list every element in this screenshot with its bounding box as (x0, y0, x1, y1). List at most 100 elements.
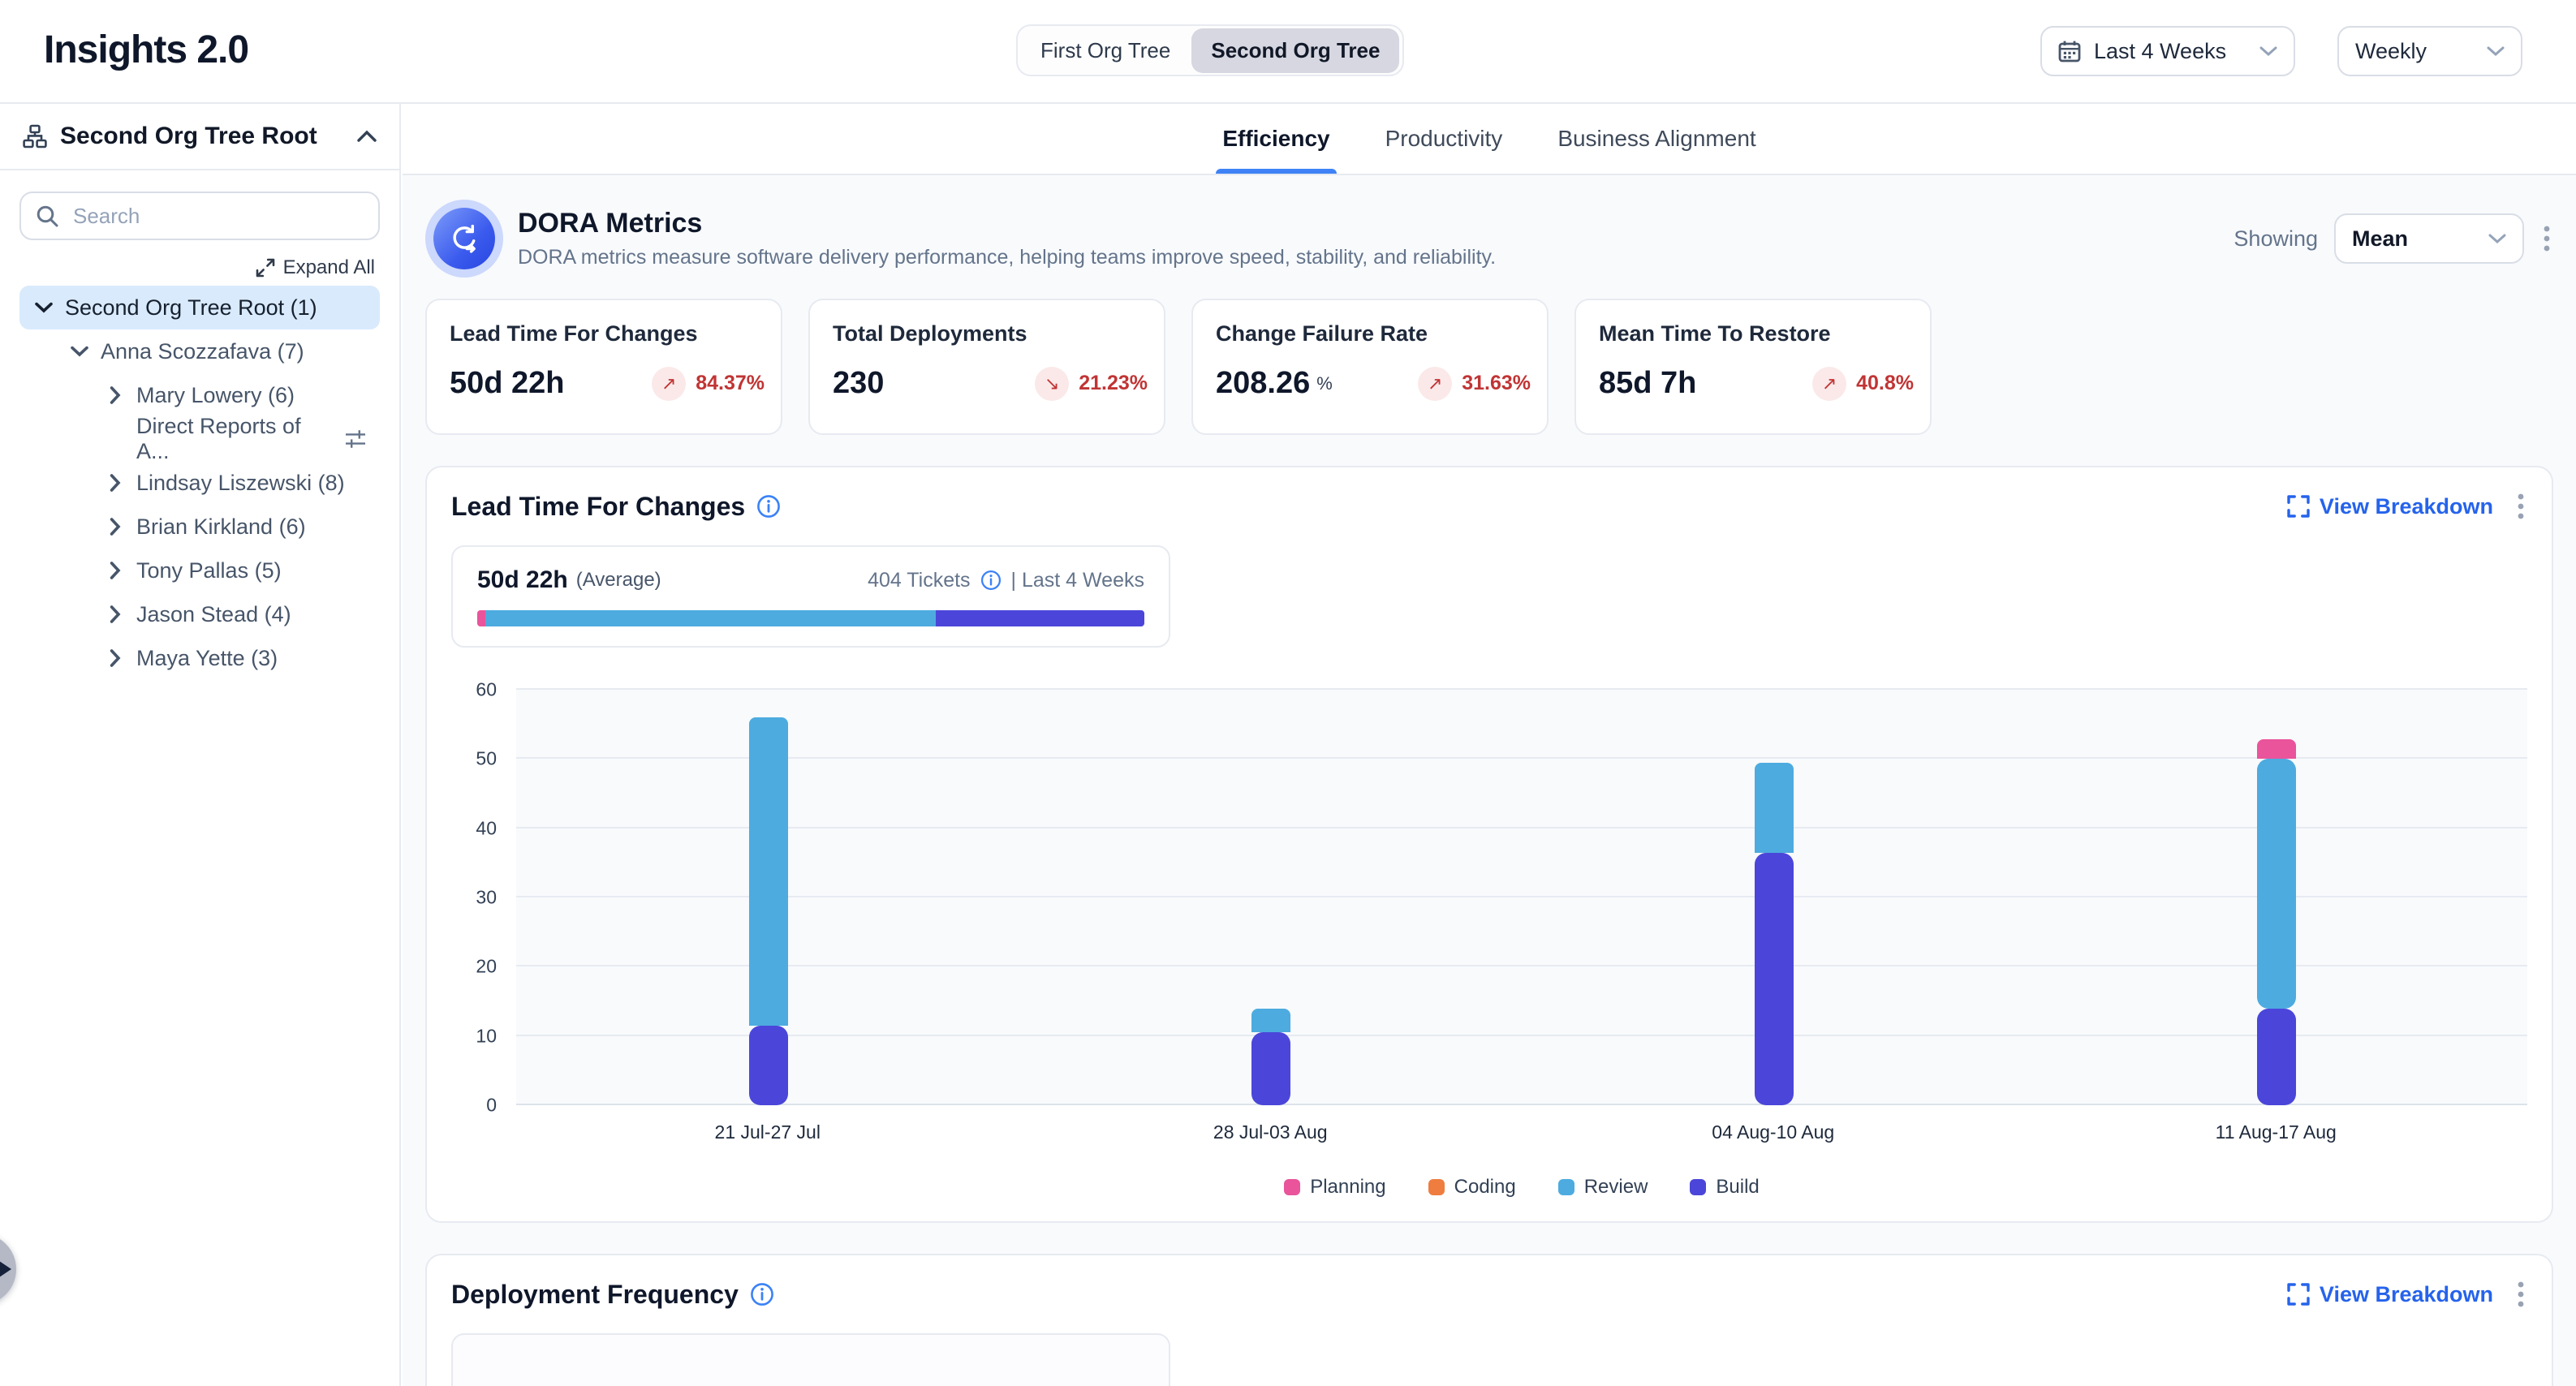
chevron-right-icon[interactable] (104, 605, 127, 623)
tree-item-brian-kirkland[interactable]: Brian Kirkland (6) (19, 505, 380, 549)
top-header: Insights 2.0 First Org Tree Second Org T… (0, 0, 2576, 104)
trend-arrow-icon: ↗ (652, 367, 686, 401)
granularity-dropdown[interactable]: Weekly (2337, 26, 2522, 76)
trend-arrow-icon: ↘ (1035, 367, 1069, 401)
search-icon (36, 204, 58, 227)
chevron-down-icon[interactable] (32, 302, 55, 313)
showing-select-value: Mean (2352, 226, 2408, 252)
info-icon[interactable] (756, 494, 781, 519)
legend-item-build[interactable]: Build (1690, 1176, 1759, 1199)
bar-segment-review (2257, 759, 2296, 1008)
tree-item-tony-pallas[interactable]: Tony Pallas (5) (19, 549, 380, 592)
card-value: 230 (833, 366, 884, 401)
chevron-right-icon[interactable] (104, 474, 127, 492)
dora-metrics-header: DORA Metrics DORA metrics measure softwa… (425, 200, 2553, 278)
x-tick-label: 21 Jul-27 Jul (516, 1121, 1019, 1143)
period-dropdown[interactable]: Last 4 Weeks (2040, 26, 2295, 76)
stacked-bar[interactable] (749, 717, 786, 1105)
card-title: Change Failure Rate (1216, 321, 1531, 346)
tab-efficiency[interactable]: Efficiency (1222, 104, 1329, 174)
bar-segment-build (749, 1026, 788, 1105)
tree-item-second-org-tree-root[interactable]: Second Org Tree Root (1) (19, 286, 380, 329)
tabs-bar: Efficiency Productivity Business Alignme… (403, 104, 2576, 175)
tree-item-label: Mary Lowery (6) (136, 383, 295, 408)
toggle-second-org-tree[interactable]: Second Org Tree (1191, 28, 1399, 73)
card-mean-time-to-restore: Mean Time To Restore 85d 7h ↗ 40.8% (1574, 299, 1932, 435)
deployment-frequency-title: Deployment Frequency (451, 1280, 739, 1310)
deployment-view-breakdown-button[interactable]: View Breakdown (2287, 1282, 2493, 1307)
tree-item-direct-reports[interactable]: Direct Reports of A... (19, 417, 380, 461)
chevron-right-icon[interactable] (104, 386, 127, 404)
summary-stacked-bar (477, 610, 1144, 626)
tab-productivity[interactable]: Productivity (1385, 104, 1503, 174)
info-icon[interactable] (750, 1282, 774, 1306)
chevron-right-icon[interactable] (104, 562, 127, 579)
tree-item-label: Maya Yette (3) (136, 646, 278, 671)
delta-indicator: ↗ 84.37% (652, 367, 765, 401)
summary-bar-segment-build (936, 610, 1144, 626)
tree-item-mary-lowery[interactable]: Mary Lowery (6) (19, 373, 380, 417)
lead-time-xlabels: 21 Jul-27 Jul28 Jul-03 Aug04 Aug-10 Aug1… (516, 1121, 2527, 1143)
dora-metric-cards: Lead Time For Changes 50d 22h ↗ 84.37% T… (425, 299, 2553, 435)
legend-swatch (1284, 1179, 1300, 1195)
sidebar: Second Org Tree Root Expand All Second O… (0, 104, 401, 1386)
lead-time-legend: Planning Coding Review Build (516, 1176, 2527, 1199)
tree-item-label: Tony Pallas (5) (136, 558, 282, 583)
y-tick-label: 0 (486, 1095, 497, 1117)
org-tree-toggle: First Org Tree Second Org Tree (1016, 24, 1404, 76)
app-title: Insights 2.0 (44, 28, 248, 72)
y-tick-label: 20 (476, 956, 497, 978)
tree-item-lindsay-liszewski[interactable]: Lindsay Liszewski (8) (19, 461, 380, 505)
chevron-down-icon (2259, 45, 2277, 57)
card-change-failure-rate: Change Failure Rate 208.26 % ↗ 31.63% (1191, 299, 1549, 435)
lead-time-kebab-menu[interactable] (2514, 490, 2527, 523)
card-value-suffix: % (1316, 373, 1333, 394)
sidebar-search (19, 192, 380, 240)
card-lead-time-for-changes: Lead Time For Changes 50d 22h ↗ 84.37% (425, 299, 782, 435)
stacked-bar[interactable] (1755, 763, 1792, 1105)
toggle-first-org-tree[interactable]: First Org Tree (1021, 28, 1191, 73)
card-value: 208.26 (1216, 366, 1310, 401)
y-tick-label: 50 (476, 748, 497, 770)
content-scroll-area: DORA Metrics DORA metrics measure softwa… (403, 177, 2576, 1386)
sidebar-header-title: Second Org Tree Root (60, 123, 317, 150)
trend-arrow-icon: ↗ (1812, 367, 1846, 401)
showing-select[interactable]: Mean (2334, 213, 2524, 264)
granularity-dropdown-value: Weekly (2355, 39, 2427, 64)
tree-item-anna-scozzafava[interactable]: Anna Scozzafava (7) (19, 329, 380, 373)
legend-item-review[interactable]: Review (1558, 1176, 1648, 1199)
sidebar-collapse-button[interactable] (357, 130, 377, 143)
tree-item-label: Second Org Tree Root (1) (65, 295, 317, 321)
dora-title: DORA Metrics (518, 208, 1496, 239)
deployment-kebab-menu[interactable] (2514, 1278, 2527, 1311)
expand-all-label: Expand All (283, 256, 375, 279)
chevron-down-icon[interactable] (68, 346, 91, 357)
stacked-bar[interactable] (2257, 739, 2294, 1105)
lead-time-summary-card: 50d 22h (Average) 404 Tickets | Last 4 W… (451, 545, 1170, 648)
tab-business-alignment[interactable]: Business Alignment (1557, 104, 1755, 174)
info-icon[interactable] (980, 570, 1002, 591)
legend-item-planning[interactable]: Planning (1284, 1176, 1385, 1199)
card-title: Lead Time For Changes (450, 321, 765, 346)
delta-indicator: ↘ 21.23% (1035, 367, 1148, 401)
filter-sliders-icon[interactable] (344, 428, 367, 450)
search-input[interactable] (19, 192, 380, 240)
tree-item-label: Jason Stead (4) (136, 602, 291, 627)
bar-segment-build (1251, 1032, 1290, 1105)
tree-item-jason-stead[interactable]: Jason Stead (4) (19, 592, 380, 636)
card-title: Total Deployments (833, 321, 1148, 346)
trend-arrow-icon: ↗ (1418, 367, 1452, 401)
legend-item-coding[interactable]: Coding (1428, 1176, 1516, 1199)
stacked-bar[interactable] (1251, 1009, 1289, 1105)
legend-swatch (1428, 1179, 1445, 1195)
lead-time-view-breakdown-button[interactable]: View Breakdown (2287, 494, 2493, 519)
expand-corners-icon (2287, 495, 2310, 518)
expand-all-button[interactable]: Expand All (256, 256, 375, 279)
chevron-right-icon[interactable] (104, 518, 127, 536)
delta-indicator: ↗ 40.8% (1812, 367, 1914, 401)
dora-kebab-menu[interactable] (2540, 222, 2553, 255)
tree-item-maya-yette[interactable]: Maya Yette (3) (19, 636, 380, 680)
bar-segment-planning (2257, 739, 2296, 759)
tree-item-label: Direct Reports of A... (136, 414, 334, 464)
chevron-right-icon[interactable] (104, 649, 127, 667)
